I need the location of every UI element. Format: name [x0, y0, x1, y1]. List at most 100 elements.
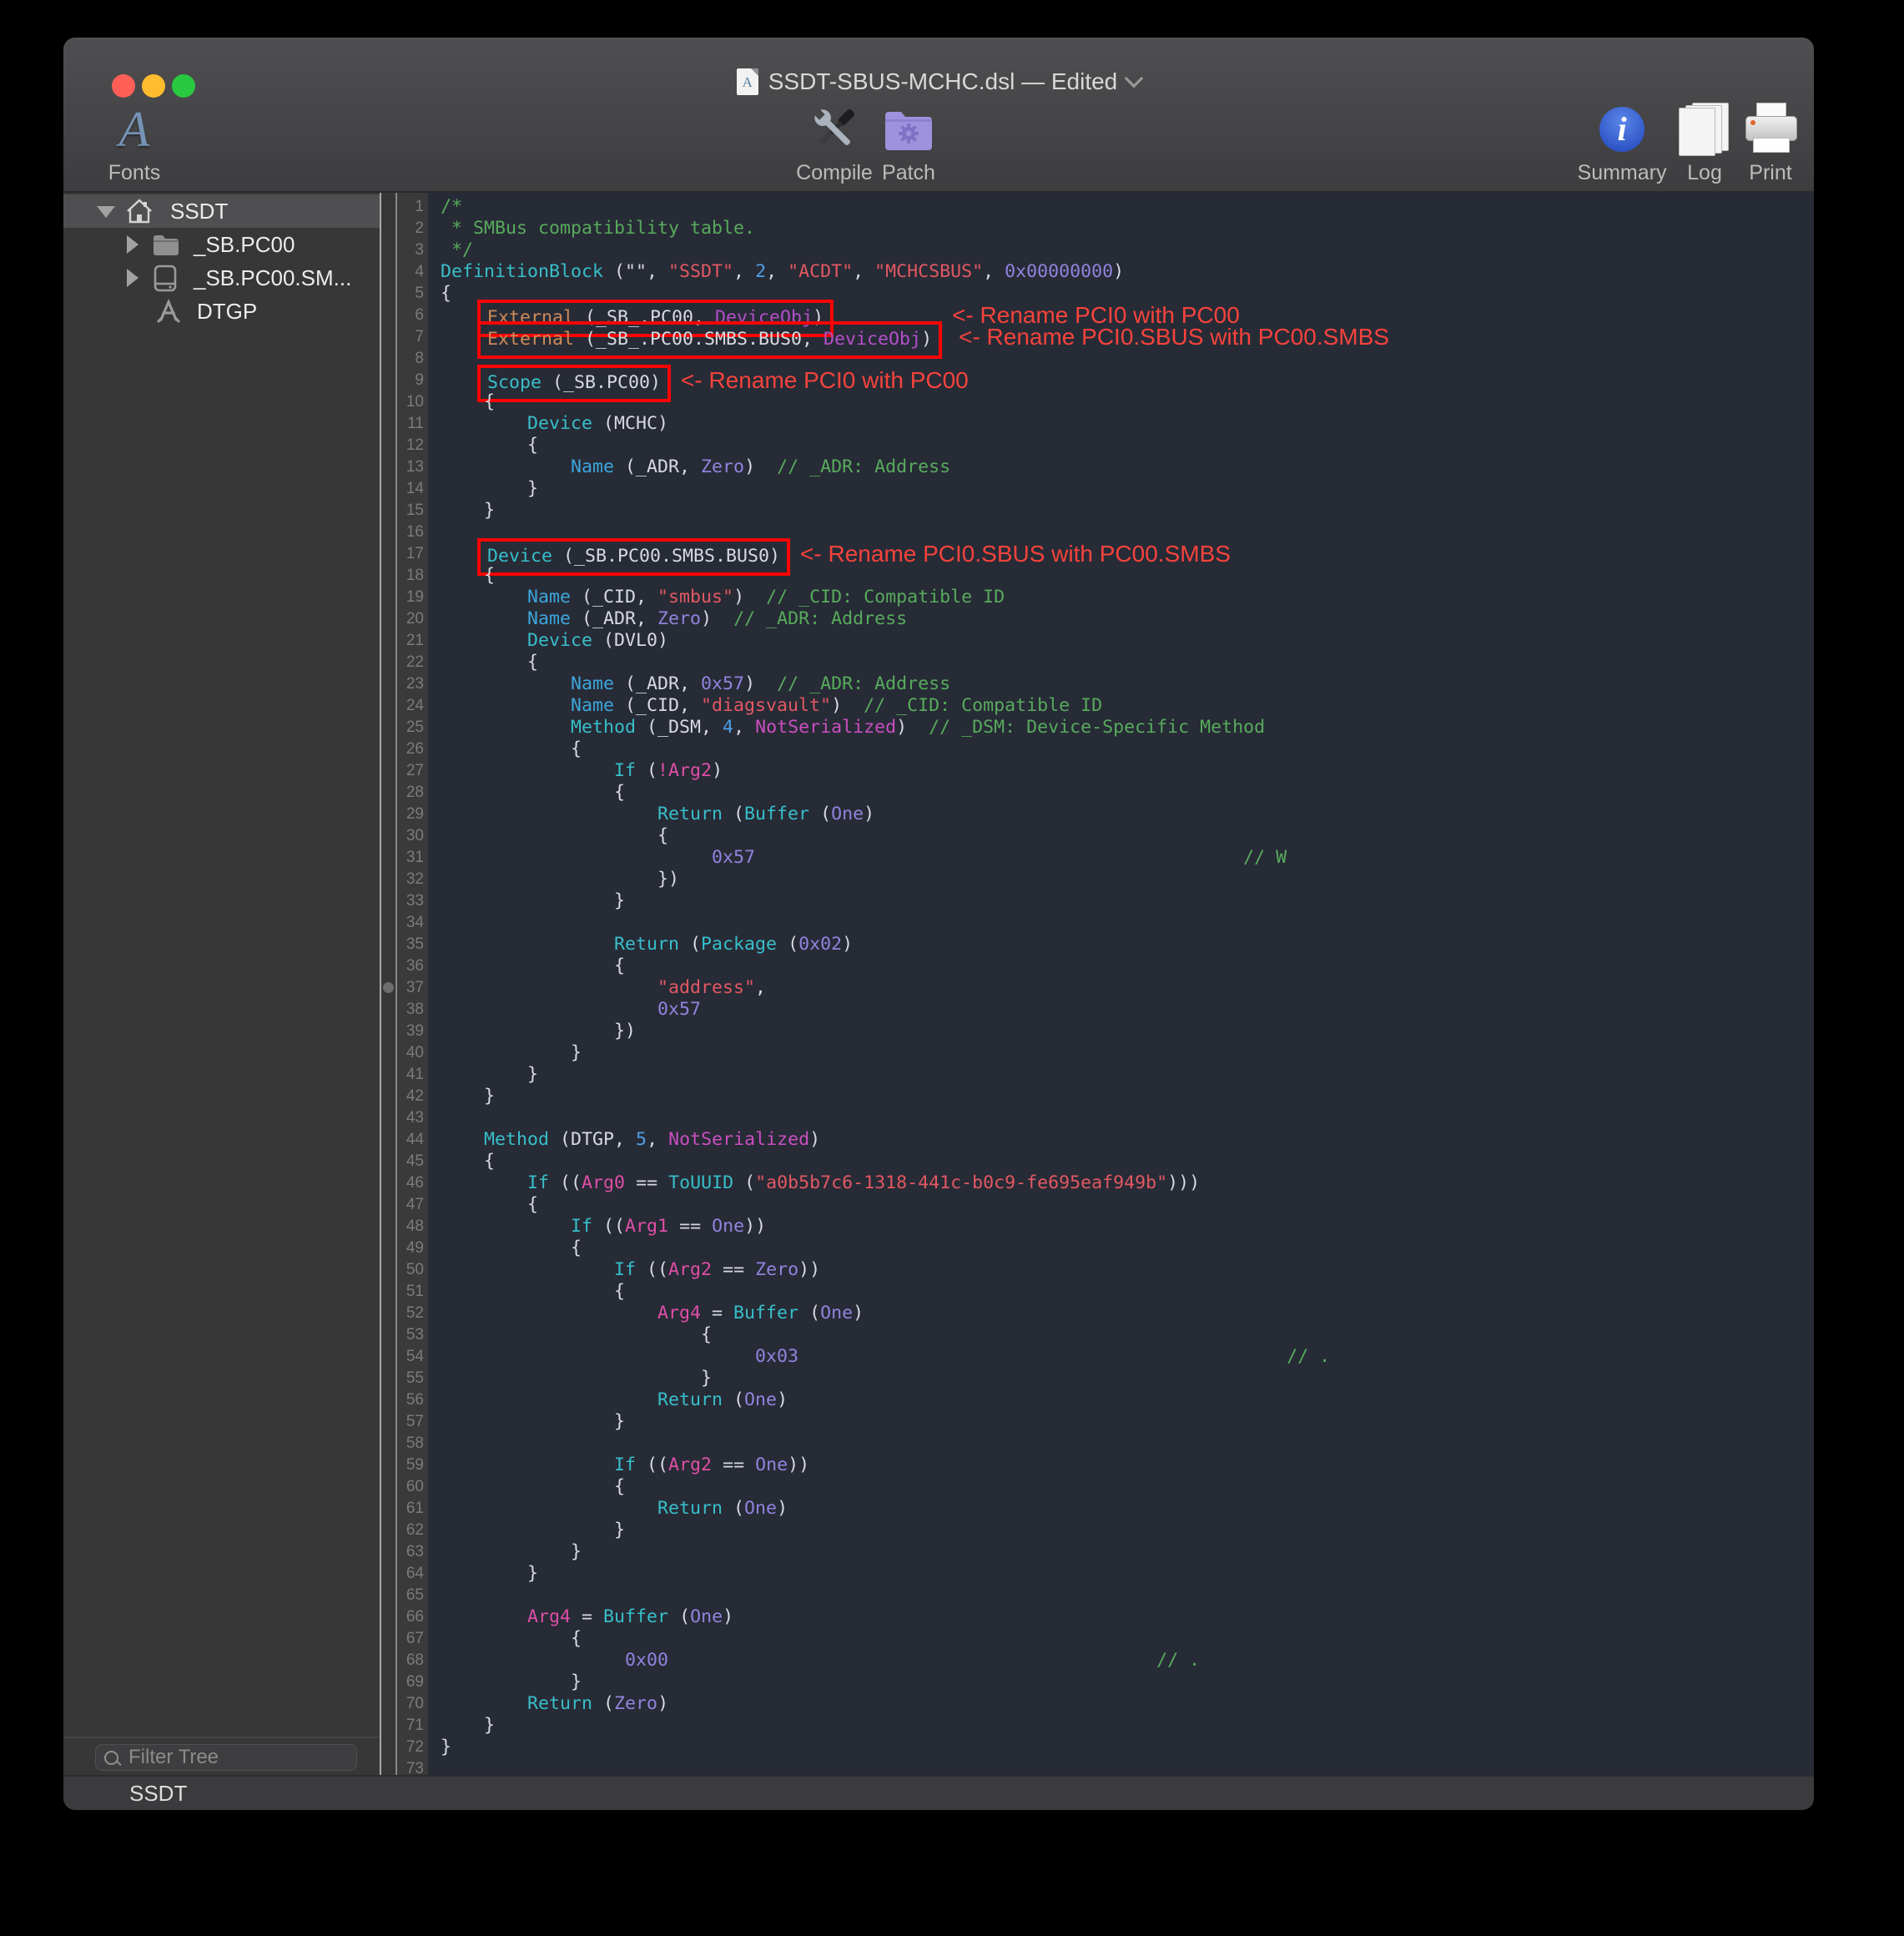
code-token — [441, 1216, 571, 1237]
filter-field[interactable] — [95, 1744, 357, 1771]
breakpoint-dot[interactable] — [383, 982, 394, 993]
code-line[interactable]: { — [428, 1238, 1814, 1259]
code-token: One — [755, 1455, 788, 1475]
code-line[interactable]: External (_SB_.PC00.SMBS.BUS0, DeviceObj… — [428, 326, 1814, 348]
code-line[interactable]: } — [428, 1064, 1814, 1086]
code-line[interactable]: Return (Buffer (One) — [428, 804, 1814, 825]
code-line[interactable]: { — [428, 825, 1814, 847]
code-line[interactable]: } — [428, 478, 1814, 500]
code-line[interactable]: } — [428, 1411, 1814, 1433]
code-line[interactable]: */ — [428, 239, 1814, 261]
disclosure-collapsed-icon[interactable] — [127, 269, 139, 287]
code-line[interactable]: /* — [428, 196, 1814, 218]
code-line[interactable]: DefinitionBlock ("", "SSDT", 2, "ACDT", … — [428, 261, 1814, 283]
line-number: 16 — [397, 522, 428, 543]
code-line[interactable]: If ((Arg2 == One)) — [428, 1455, 1814, 1476]
code-token: 2 — [755, 261, 766, 282]
fonts-button[interactable]: A Fonts — [68, 101, 201, 185]
code-line[interactable]: Device (_SB.PC00.SMBS.BUS0)<- Rename PCI… — [428, 543, 1814, 565]
code-line[interactable]: { — [428, 1324, 1814, 1346]
document-icon — [737, 68, 758, 95]
code-line[interactable]: If ((Arg1 == One)) — [428, 1216, 1814, 1238]
sidebar-item-label: SSDT — [170, 199, 228, 224]
print-button[interactable]: Print — [1704, 101, 1814, 185]
code-line[interactable]: If (!Arg2) — [428, 760, 1814, 782]
code-line[interactable]: Return (Package (0x02) — [428, 934, 1814, 955]
code-token: )) — [788, 1455, 809, 1475]
code-token: ) — [701, 608, 733, 629]
code-line[interactable]: { — [428, 1151, 1814, 1172]
code-line[interactable]: Name (_CID, "diagsvault") // _CID: Compa… — [428, 695, 1814, 717]
code-line[interactable]: Name (_ADR, Zero) // _ADR: Address — [428, 456, 1814, 478]
sidebar-item-sb-pc00[interactable]: _SB.PC00 — [63, 228, 380, 261]
code-line[interactable]: 0x00 // . — [428, 1650, 1814, 1671]
code-line[interactable]: 0x57 // W — [428, 847, 1814, 869]
code-token: Buffer — [733, 1303, 798, 1323]
code-line[interactable]: Return (One) — [428, 1389, 1814, 1411]
code-line[interactable]: Name (_ADR, Zero) // _ADR: Address — [428, 608, 1814, 630]
sidebar-item-sb-pc00-smbs[interactable]: _SB.PC00.SM... — [63, 261, 380, 295]
code-line[interactable]: "address", — [428, 977, 1814, 999]
code-line[interactable]: } — [428, 1086, 1814, 1107]
code-line[interactable]: Device (MCHC) — [428, 413, 1814, 435]
code-token: Name — [571, 456, 614, 477]
title-chevron-icon[interactable] — [1125, 69, 1144, 88]
code-line[interactable]: Device (DVL0) — [428, 630, 1814, 652]
code-line[interactable]: Method (_DSM, 4, NotSerialized) // _DSM:… — [428, 717, 1814, 739]
code-line[interactable]: { — [428, 1476, 1814, 1498]
code-line[interactable]: } — [428, 1368, 1814, 1389]
code-line[interactable]: } — [428, 1520, 1814, 1541]
code-line[interactable]: } — [428, 1563, 1814, 1585]
disclosure-collapsed-icon[interactable] — [127, 235, 139, 254]
code-line[interactable]: If ((Arg0 == ToUUID ("a0b5b7c6-1318-441c… — [428, 1172, 1814, 1194]
code-line[interactable]: Arg4 = Buffer (One) — [428, 1303, 1814, 1324]
sidebar-item-ssdt[interactable]: SSDT — [63, 194, 380, 228]
code-line[interactable]: Arg4 = Buffer (One) — [428, 1606, 1814, 1628]
code-line[interactable]: { — [428, 739, 1814, 760]
code-line[interactable]: } — [428, 1541, 1814, 1563]
code-line[interactable]: { — [428, 1281, 1814, 1303]
code-token: // _ADR: Address — [733, 608, 907, 629]
code-token: // _CID: Compatible ID — [766, 587, 1005, 608]
code-line[interactable]: Name (_CID, "smbus") // _CID: Compatible… — [428, 587, 1814, 608]
code-line[interactable] — [428, 912, 1814, 934]
patch-button[interactable]: Patch — [842, 101, 975, 185]
code-line[interactable]: } — [428, 500, 1814, 522]
code-token: { — [441, 782, 625, 803]
code-line[interactable]: } — [428, 1737, 1814, 1758]
code-line[interactable]: }) — [428, 1021, 1814, 1042]
code-line[interactable]: Return (One) — [428, 1498, 1814, 1520]
code-editor[interactable]: /* * SMBus compatibility table. */Defini… — [428, 193, 1814, 1780]
code-line[interactable]: If ((Arg2 == Zero)) — [428, 1259, 1814, 1281]
disclosure-expanded-icon[interactable] — [97, 206, 115, 218]
code-line[interactable]: { — [428, 1194, 1814, 1216]
filter-input[interactable] — [127, 1745, 339, 1770]
code-line[interactable]: { — [428, 435, 1814, 456]
code-line[interactable]: 0x57 — [428, 999, 1814, 1021]
line-number: 42 — [397, 1086, 428, 1107]
sidebar-item-dtgp[interactable]: DTGP — [63, 295, 380, 328]
code-line[interactable] — [428, 1107, 1814, 1129]
code-line[interactable]: Return (Zero) — [428, 1693, 1814, 1715]
code-line[interactable]: Method (DTGP, 5, NotSerialized) — [428, 1129, 1814, 1151]
code-line[interactable]: { — [428, 782, 1814, 804]
code-line[interactable]: } — [428, 1715, 1814, 1737]
code-line[interactable]: } — [428, 890, 1814, 912]
code-line[interactable]: { — [428, 652, 1814, 673]
line-number: 63 — [397, 1541, 428, 1563]
code-line[interactable]: { — [428, 1628, 1814, 1650]
code-token: Device — [527, 413, 592, 434]
line-number: 57 — [397, 1411, 428, 1433]
code-line[interactable]: Name (_ADR, 0x57) // _ADR: Address — [428, 673, 1814, 695]
code-line[interactable]: } — [428, 1042, 1814, 1064]
code-line[interactable]: { — [428, 955, 1814, 977]
code-line[interactable]: } — [428, 1671, 1814, 1693]
code-line[interactable]: 0x03 // . — [428, 1346, 1814, 1368]
code-line[interactable]: }) — [428, 869, 1814, 890]
code-token: NotSerialized — [755, 717, 896, 738]
code-token — [441, 587, 527, 608]
code-line[interactable]: * SMBus compatibility table. — [428, 218, 1814, 239]
code-line[interactable] — [428, 1433, 1814, 1455]
code-line[interactable]: Scope (_SB.PC00)<- Rename PCI0 with PC00 — [428, 370, 1814, 391]
code-line[interactable] — [428, 1585, 1814, 1606]
